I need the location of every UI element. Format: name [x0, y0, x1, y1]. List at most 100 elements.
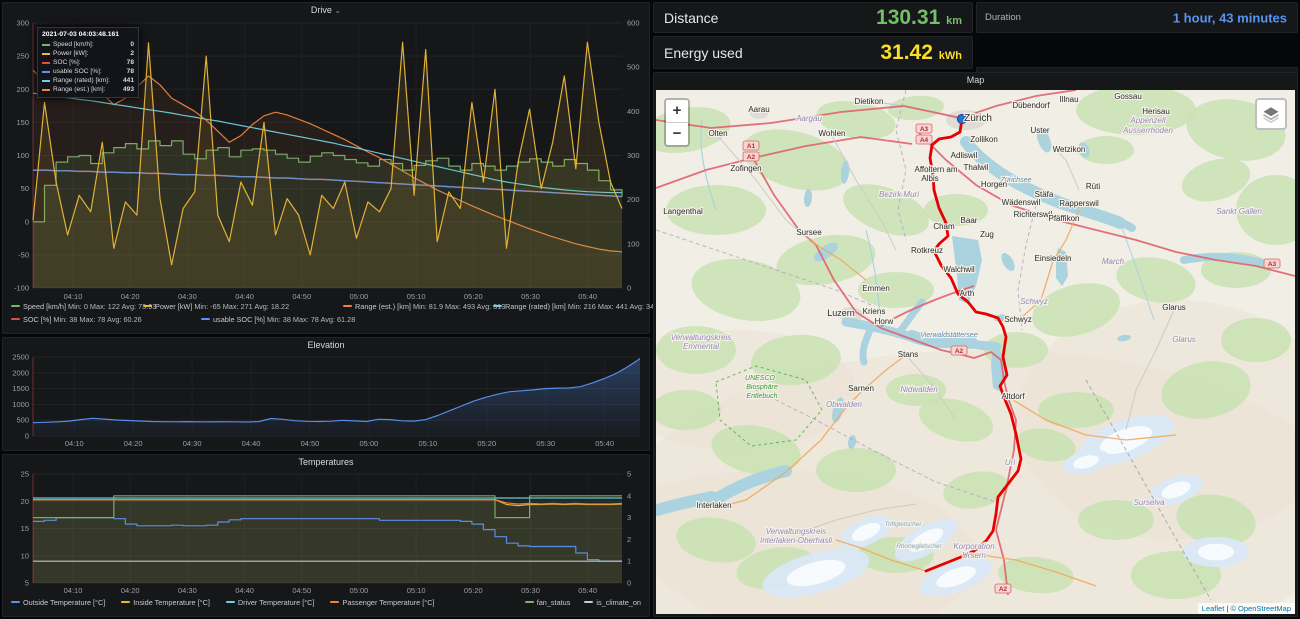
legend-item[interactable]: SOC [%] Min: 38 Max: 78 Avg: 60.26 [11, 315, 142, 324]
legend-label: Passenger Temperature [°C] [342, 598, 434, 607]
map-glacier-label: Rhonegletscher [896, 543, 942, 550]
legend-stats: Min: 38 Max: 78 Avg: 60.26 [53, 315, 141, 324]
legend-item[interactable]: Range (rated) [km] Min: 216 Max: 441 Avg… [493, 302, 658, 311]
map-attribution: Leaflet | © OpenStreetMap [1198, 603, 1295, 614]
map-region-label: Nidwalden [900, 385, 938, 394]
map-town-label: Baar [961, 216, 978, 225]
map-town-label: Illnau [1059, 95, 1078, 104]
map-panel-title[interactable]: Map [654, 73, 1297, 88]
map-town-label: Rüti [1086, 182, 1100, 191]
legend-stats: Min: 81.9 Max: 493 Avg: 313 [413, 302, 505, 311]
map-panel: Map + − Leaflet | © OpenStreetMap Aargau… [653, 72, 1298, 617]
legend-label: Outside Temperature [°C] [23, 598, 105, 607]
svg-text:500: 500 [627, 63, 640, 72]
legend-label: Range (est.) [km] [355, 302, 411, 311]
layers-icon [1262, 105, 1280, 123]
svg-text:04:20: 04:20 [124, 439, 143, 448]
legend-item[interactable]: fan_status [525, 598, 571, 607]
series-color-swatch [42, 71, 50, 73]
elevation-chart[interactable]: 2500200015001000500004:1004:2004:3004:40… [5, 353, 648, 449]
legend-item[interactable]: is_climate_on [584, 598, 641, 607]
temperatures-panel-title[interactable]: Temperatures [3, 455, 649, 470]
tooltip-timestamp: 2021-07-03 04:03:48.161 [42, 31, 134, 38]
tooltip-row: Range (est.) [km]:493 [42, 85, 134, 94]
tooltip-series-value: 0 [130, 40, 134, 49]
series-color-swatch [42, 53, 50, 55]
legend-label: Driver Temperature [°C] [238, 598, 315, 607]
svg-text:04:50: 04:50 [292, 292, 311, 301]
chevron-down-icon: ⌄ [334, 6, 341, 15]
svg-text:25: 25 [21, 470, 29, 479]
svg-text:05:20: 05:20 [464, 586, 483, 595]
elevation-panel-title[interactable]: Elevation [3, 338, 649, 353]
map-town-label: Sarnen [848, 384, 874, 393]
map-town-label: Rotkreuz [911, 246, 943, 255]
svg-text:50: 50 [21, 184, 29, 193]
leaflet-link[interactable]: Leaflet [1202, 604, 1225, 613]
map-town-label: Wädenswil [1002, 198, 1041, 207]
drive-legend: Speed [km/h] Min: 0 Max: 122 Avg: 73.93P… [3, 302, 649, 328]
legend-stats: Min: 216 Max: 441 Avg: 348 [568, 302, 658, 311]
legend-item[interactable]: usable SOC [%] Min: 38 Max: 78 Avg: 61.2… [201, 315, 355, 324]
map-town-label: Herisau [1142, 107, 1170, 116]
legend-stats: Min: 38 Max: 78 Avg: 61.28 [267, 315, 355, 324]
map-canvas[interactable]: + − Leaflet | © OpenStreetMap AargauBezi… [656, 90, 1295, 614]
map-town-label: Rapperswil [1059, 199, 1099, 208]
map-town-label: Wetzikon [1053, 145, 1086, 154]
map-town-label: Affoltern am [915, 165, 958, 174]
tooltip-row: usable SOC [%]:78 [42, 67, 134, 76]
distance-stat-panel: Distance 130.31 km [653, 2, 973, 33]
drive-panel-title[interactable]: Drive ⌄ [3, 3, 649, 18]
legend-item[interactable]: Driver Temperature [°C] [226, 598, 315, 607]
map-town-label: Gossau [1114, 92, 1142, 101]
svg-text:500: 500 [16, 416, 29, 425]
svg-text:20: 20 [21, 497, 29, 506]
series-color-swatch [143, 305, 152, 308]
svg-text:10: 10 [21, 551, 29, 560]
legend-item[interactable]: Speed [km/h] Min: 0 Max: 122 Avg: 73.93 [11, 302, 156, 311]
legend-item[interactable]: Power [kW] Min: -65 Max: 271 Avg: 18.22 [143, 302, 289, 311]
map-town-label: Sursee [796, 228, 822, 237]
map-town-label: Horgen [981, 180, 1007, 189]
legend-item[interactable]: Outside Temperature [°C] [11, 598, 105, 607]
svg-text:100: 100 [627, 239, 640, 248]
map-town-label: Einsiedeln [1035, 254, 1072, 263]
svg-text:04:10: 04:10 [64, 292, 83, 301]
legend-item[interactable]: Range (est.) [km] Min: 81.9 Max: 493 Avg… [343, 302, 505, 311]
tooltip-row: Speed [km/h]:0 [42, 40, 134, 49]
temperatures-chart[interactable]: 25201510554321004:1004:2004:3004:4004:50… [5, 470, 648, 596]
map-town-label: Aarau [748, 105, 769, 114]
map-town-label: Adliswil [951, 151, 978, 160]
map-region-label: Sankt Gallen [1216, 207, 1262, 216]
map-region-label: Verwaltungskreis [766, 527, 827, 536]
temperatures-panel: Temperatures 25201510554321004:1004:2004… [2, 454, 650, 617]
energy-value: 31.42 kWh [880, 41, 962, 65]
tooltip-series-value: 78 [127, 67, 134, 76]
tooltip-series-label: Speed [km/h]: [53, 40, 130, 49]
zoom-out-button[interactable]: − [666, 122, 688, 145]
map-area-label: UNESCO [745, 375, 776, 382]
temperatures-chart-svg: 25201510554321004:1004:2004:3004:4004:50… [5, 470, 648, 596]
legend-item[interactable]: Inside Temperature [°C] [121, 598, 210, 607]
map-region-label: Uri [1005, 458, 1015, 467]
map-region-label: Korporation [953, 542, 995, 551]
svg-text:05:00: 05:00 [360, 439, 379, 448]
series-color-swatch [11, 601, 20, 604]
map-town-label: Glarus [1162, 303, 1186, 312]
svg-text:1000: 1000 [12, 400, 29, 409]
motorway-shield-label: A2 [747, 154, 756, 161]
openstreetmap-link[interactable]: © OpenStreetMap [1230, 604, 1291, 613]
legend-label: Inside Temperature [°C] [133, 598, 210, 607]
zoom-in-button[interactable]: + [666, 100, 688, 122]
tooltip-series-label: Power [kW]: [53, 49, 130, 58]
tooltip-series-label: SOC [%]: [53, 58, 127, 67]
legend-item[interactable]: Passenger Temperature [°C] [330, 598, 434, 607]
tooltip-series-value: 441 [123, 76, 134, 85]
map-town-label: Luzern [827, 308, 855, 318]
map-town-label: Pfäffikon [1049, 214, 1080, 223]
layers-button[interactable] [1255, 98, 1287, 130]
svg-text:300: 300 [627, 151, 640, 160]
map-town-label: Olten [708, 129, 727, 138]
map-region-label: Schwyz [1020, 297, 1048, 306]
map-area-label: Entlebuch [746, 393, 777, 400]
